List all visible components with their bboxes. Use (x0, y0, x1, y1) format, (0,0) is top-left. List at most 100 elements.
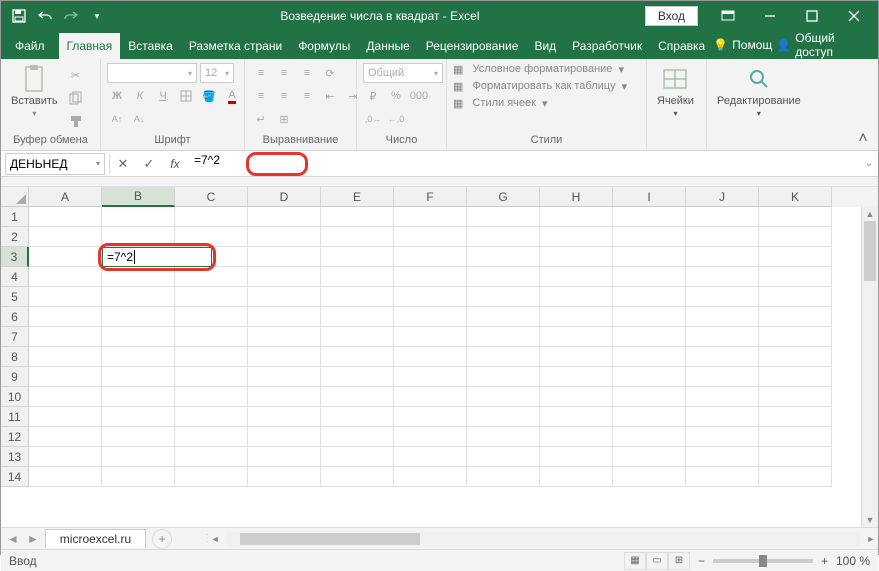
maximize-icon[interactable] (792, 1, 832, 31)
row-header[interactable]: 9 (1, 367, 29, 387)
cell[interactable] (686, 227, 759, 247)
cell[interactable] (321, 467, 394, 487)
cell[interactable] (686, 207, 759, 227)
cell[interactable] (102, 407, 175, 427)
cell[interactable] (29, 467, 102, 487)
align-left-icon[interactable]: ≡ (251, 86, 271, 106)
cell[interactable] (613, 247, 686, 267)
cell-styles-button[interactable]: ▦ Стили ячеек ▾ (453, 97, 548, 110)
minimize-icon[interactable] (750, 1, 790, 31)
italic-icon[interactable]: К (130, 86, 150, 106)
cell[interactable] (759, 307, 832, 327)
cell[interactable] (467, 407, 540, 427)
cell[interactable] (321, 327, 394, 347)
cell[interactable] (102, 227, 175, 247)
cell[interactable] (759, 247, 832, 267)
align-right-icon[interactable]: ≡ (297, 86, 317, 106)
zoom-slider[interactable] (713, 559, 813, 563)
cell[interactable] (175, 407, 248, 427)
cell[interactable] (467, 327, 540, 347)
qat-dropdown-icon[interactable]: ▾ (85, 4, 109, 28)
cell[interactable] (102, 427, 175, 447)
cell[interactable] (540, 347, 613, 367)
cancel-formula-icon[interactable]: ✕ (110, 153, 136, 175)
cell[interactable] (29, 327, 102, 347)
cell[interactable] (175, 267, 248, 287)
share-button[interactable]: 👤Общий доступ (776, 31, 868, 59)
row-header[interactable]: 1 (1, 207, 29, 227)
cell[interactable] (394, 247, 467, 267)
cell[interactable] (394, 427, 467, 447)
close-icon[interactable] (834, 1, 874, 31)
cell[interactable] (29, 387, 102, 407)
cell[interactable] (759, 327, 832, 347)
sheet-nav-next-icon[interactable]: ► (27, 532, 39, 546)
view-page-break-icon[interactable]: ⊞ (668, 552, 690, 570)
row-header[interactable]: 4 (1, 267, 29, 287)
cell[interactable] (321, 407, 394, 427)
undo-icon[interactable] (33, 4, 57, 28)
merge-icon[interactable]: ⊞ (274, 109, 294, 129)
cell[interactable] (321, 267, 394, 287)
paste-button[interactable]: Вставить ▾ (7, 63, 62, 120)
cell[interactable] (29, 267, 102, 287)
grow-font-icon[interactable]: A↑ (107, 109, 127, 129)
cell[interactable] (175, 347, 248, 367)
comma-icon[interactable]: 000 (409, 86, 429, 106)
row-header[interactable]: 3 (1, 247, 29, 267)
cell[interactable] (102, 307, 175, 327)
cell[interactable] (540, 367, 613, 387)
cell[interactable] (686, 407, 759, 427)
cell[interactable] (686, 427, 759, 447)
copy-icon[interactable] (66, 88, 86, 108)
cell[interactable] (321, 387, 394, 407)
scroll-right-icon[interactable]: ► (864, 534, 878, 544)
cell[interactable] (540, 207, 613, 227)
cell[interactable] (29, 287, 102, 307)
bold-icon[interactable]: Ж (107, 86, 127, 106)
horizontal-scrollbar[interactable] (226, 532, 860, 546)
row-header[interactable]: 7 (1, 327, 29, 347)
cell[interactable] (102, 367, 175, 387)
cell[interactable] (613, 267, 686, 287)
cell[interactable] (248, 267, 321, 287)
percent-icon[interactable]: % (386, 86, 406, 106)
cell[interactable] (759, 267, 832, 287)
cell[interactable] (759, 367, 832, 387)
cell[interactable] (394, 207, 467, 227)
col-header[interactable]: A (29, 187, 102, 207)
currency-icon[interactable]: ₽ (363, 86, 383, 106)
expand-formula-icon[interactable]: ⌄ (860, 158, 878, 169)
cell[interactable] (467, 267, 540, 287)
cell[interactable] (540, 307, 613, 327)
cell[interactable] (102, 447, 175, 467)
tab-formulas[interactable]: Формулы (290, 33, 358, 59)
cell[interactable] (686, 467, 759, 487)
cell[interactable] (540, 447, 613, 467)
cell[interactable] (248, 367, 321, 387)
cell[interactable] (686, 387, 759, 407)
cell[interactable] (102, 347, 175, 367)
cell[interactable] (248, 327, 321, 347)
cell[interactable] (686, 347, 759, 367)
cell[interactable] (321, 307, 394, 327)
cell[interactable] (394, 367, 467, 387)
orientation-icon[interactable]: ⟳ (320, 63, 340, 83)
cell[interactable] (759, 207, 832, 227)
cell[interactable] (613, 367, 686, 387)
cell[interactable] (175, 367, 248, 387)
cell[interactable] (321, 367, 394, 387)
wrap-text-icon[interactable]: ↵ (251, 109, 271, 129)
cell[interactable] (248, 407, 321, 427)
scroll-left-icon[interactable]: ◄ (208, 534, 222, 544)
cell[interactable] (540, 267, 613, 287)
save-icon[interactable] (7, 4, 31, 28)
cell[interactable] (467, 447, 540, 467)
align-middle-icon[interactable]: ≡ (274, 63, 294, 83)
col-header[interactable]: E (321, 187, 394, 207)
cell[interactable] (248, 467, 321, 487)
worksheet-grid[interactable]: ABCDEFGHIJK 1234567891011121314 =7^2 ▲ ▼ (1, 187, 878, 527)
cell[interactable] (321, 447, 394, 467)
cell[interactable] (613, 227, 686, 247)
cell[interactable] (102, 207, 175, 227)
